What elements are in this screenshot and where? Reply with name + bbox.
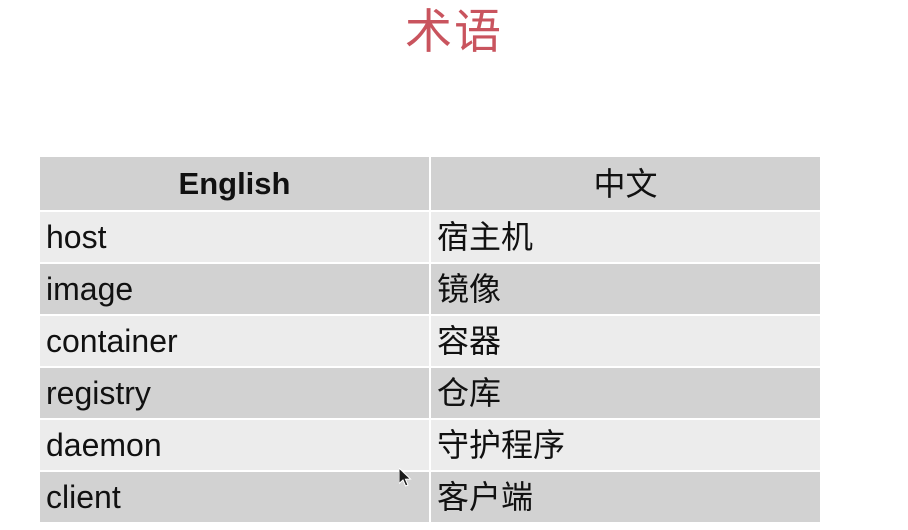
cell-chinese: 客户端 [431,472,820,522]
slide-canvas: 术语 English 中文 host 宿主机 image 镜像 containe… [0,0,908,530]
table-row: host 宿主机 [40,212,820,264]
cell-chinese: 镜像 [431,264,820,316]
table-row: client 客户端 [40,472,820,522]
column-header-english: English [40,157,431,212]
page-title: 术语 [405,5,503,58]
cell-english: host [40,212,431,264]
table-row: registry 仓库 [40,368,820,420]
cell-chinese: 宿主机 [431,212,820,264]
cell-english: registry [40,368,431,420]
table-header-row: English 中文 [40,157,820,212]
cell-chinese: 守护程序 [431,420,820,472]
cell-english: client [40,472,431,522]
cell-english: image [40,264,431,316]
cell-chinese: 容器 [431,316,820,368]
cell-english: container [40,316,431,368]
terminology-table: English 中文 host 宿主机 image 镜像 container 容… [40,157,820,522]
table-row: daemon 守护程序 [40,420,820,472]
column-header-chinese: 中文 [431,157,820,212]
cell-english: daemon [40,420,431,472]
table-body: host 宿主机 image 镜像 container 容器 registry … [40,212,820,522]
cell-chinese: 仓库 [431,368,820,420]
table-row: container 容器 [40,316,820,368]
table-header: English 中文 [40,157,820,212]
table-row: image 镜像 [40,264,820,316]
